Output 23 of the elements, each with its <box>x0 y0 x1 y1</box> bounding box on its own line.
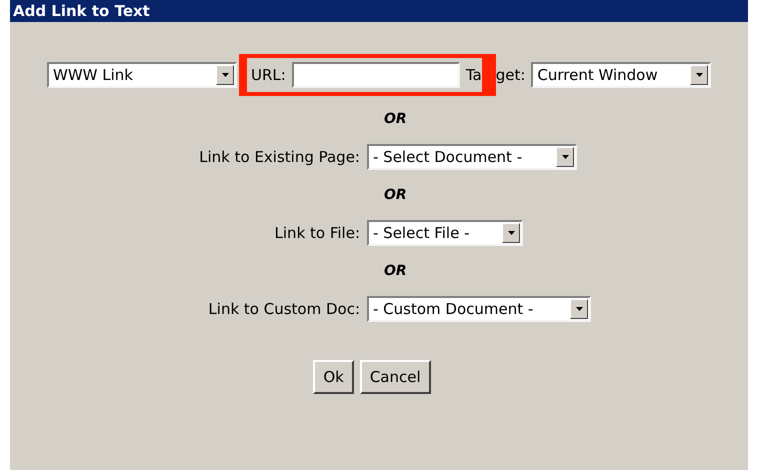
dialog-button[interactable]: Ok <box>313 360 354 394</box>
or-separator: OR <box>384 110 407 128</box>
document-dropdown[interactable]: - Select Document - <box>367 144 577 170</box>
target-label-end: get: <box>496 64 526 86</box>
url-field[interactable] <box>292 62 460 88</box>
field-label: Link to File: <box>274 222 361 244</box>
link-type-dropdown[interactable]: WWW Link <box>47 62 237 88</box>
window-title: Add Link to Text <box>13 0 150 22</box>
document-dropdown[interactable]: - Custom Document - <box>367 296 591 322</box>
caret-icon <box>562 155 568 159</box>
or-separator: OR <box>384 186 407 204</box>
caret-icon <box>222 73 228 77</box>
field-label: Link to Existing Page: <box>198 146 361 168</box>
target-label-start: Ta <box>466 64 482 86</box>
caret-icon <box>696 73 703 77</box>
caret-icon <box>576 307 582 311</box>
document-dropdown[interactable]: - Select File - <box>367 220 523 246</box>
or-separator: OR <box>384 262 407 280</box>
field-label: Link to Custom Doc: <box>207 298 361 320</box>
target-dropdown[interactable]: Current Window <box>531 62 712 88</box>
dialog-button[interactable]: Cancel <box>360 360 431 394</box>
caret-icon <box>508 231 514 235</box>
url-label: URL: <box>251 64 286 86</box>
